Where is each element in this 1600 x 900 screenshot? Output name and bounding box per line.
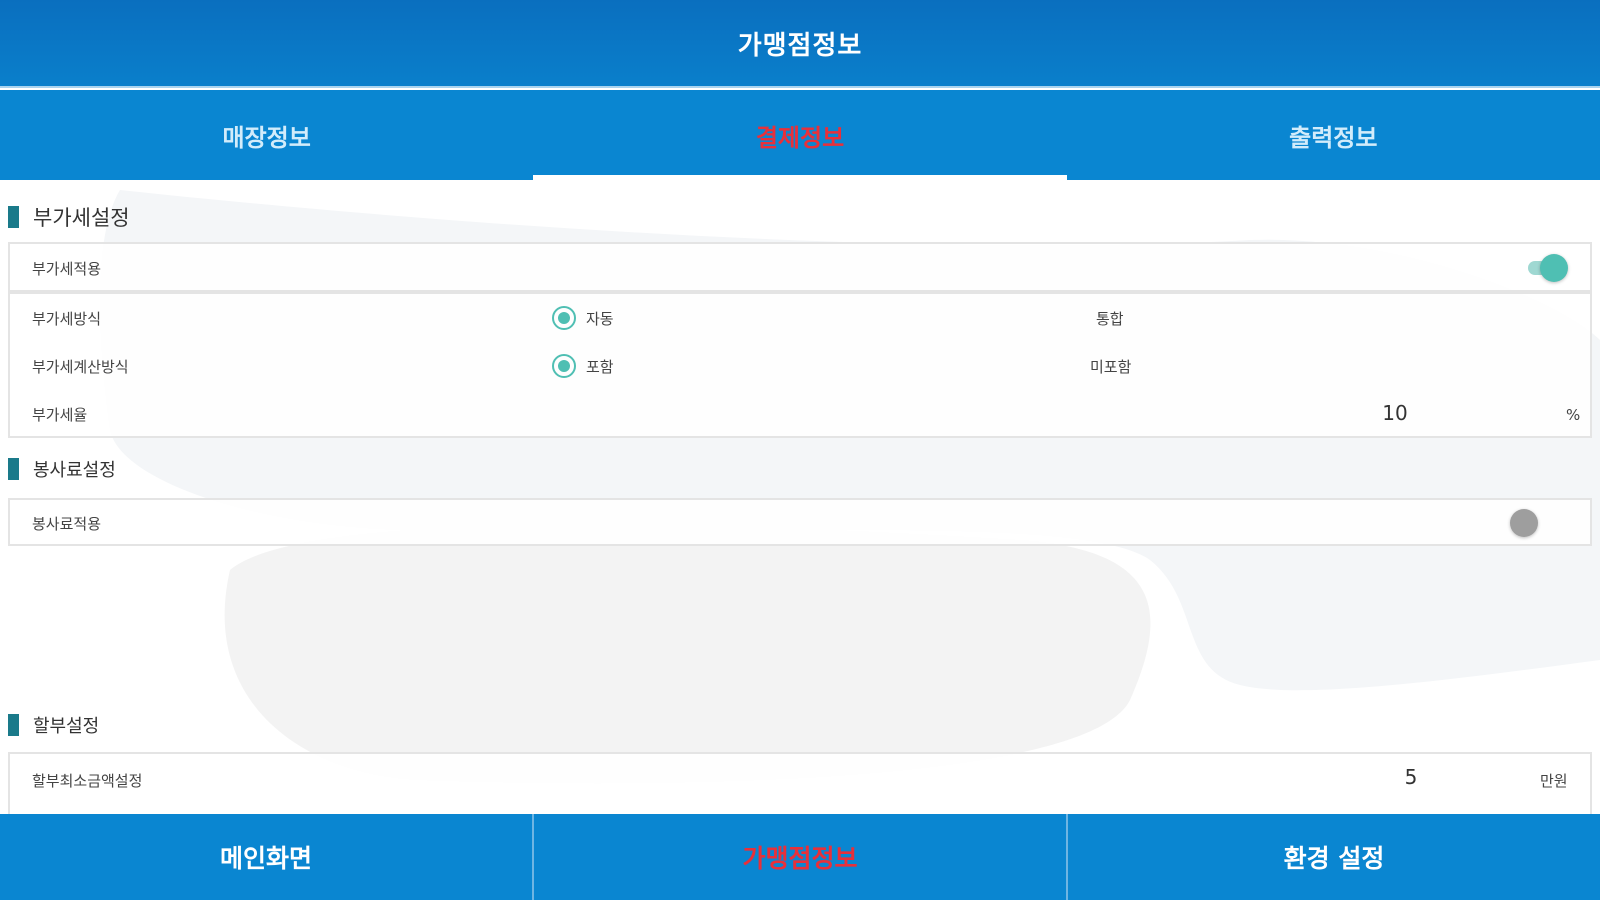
vat-apply-label: 부가세적용 [32, 259, 102, 278]
bottom-navigation: 메인화면 가맹점정보 환경 설정 [0, 814, 1600, 900]
page-title: 가맹점정보 [737, 30, 863, 61]
installment-min-input[interactable] [1366, 762, 1456, 792]
vat-rate-unit: % [1566, 406, 1581, 424]
vat-rate-input[interactable] [1350, 398, 1440, 428]
installment-min-unit: 만원 [1540, 772, 1568, 790]
installment-card: 할부최소금액설정 만원 [8, 752, 1592, 814]
tab-payment-info[interactable]: 결제정보 [533, 90, 1067, 180]
vat-method-combined-option[interactable]: 통합 [1096, 306, 1124, 330]
section-marker [8, 458, 19, 480]
vat-detail-card: 부가세방식 자동 통합 부가세계산방식 포함 미포함 부가세율 10 % [8, 292, 1592, 438]
vat-method-label: 부가세방식 [32, 309, 102, 328]
vat-method-auto-option[interactable]: 자동 [552, 306, 614, 330]
app-header: 가맹점정보 [0, 0, 1600, 88]
radio-checked-icon[interactable] [552, 306, 576, 330]
nav-merchant-info-button[interactable]: 가맹점정보 [534, 814, 1068, 900]
tab-store-info[interactable]: 매장정보 [0, 90, 533, 180]
tab-bar: 매장정보 결제정보 출력정보 [0, 90, 1600, 180]
radio-checked-icon[interactable] [552, 354, 576, 378]
vat-apply-card: 부가세적용 [8, 242, 1592, 292]
section-marker [8, 714, 19, 736]
vat-calc-exclude-option[interactable]: 미포함 [1090, 354, 1131, 378]
installment-min-row: 할부최소금액설정 만원 [10, 758, 1590, 802]
service-apply-card: 봉사료적용 [8, 498, 1592, 546]
settings-content: 부가세설정 부가세적용 부가세방식 자동 통합 부가세계산방식 포함 미포함 부… [0, 180, 1600, 814]
nav-main-screen-button[interactable]: 메인화면 [0, 814, 534, 900]
nav-settings-button[interactable]: 환경 설정 [1068, 814, 1600, 900]
vat-calc-label: 부가세계산방식 [32, 357, 129, 376]
section-marker [8, 206, 19, 228]
vat-method-row: 부가세방식 자동 통합 [10, 296, 1590, 340]
vat-rate-label: 부가세율 [32, 405, 88, 424]
tab-print-info[interactable]: 출력정보 [1067, 90, 1600, 180]
installment-min-label: 할부최소금액설정 [32, 771, 143, 790]
installment-section-title: 할부설정 [8, 712, 99, 738]
vat-calc-row: 부가세계산방식 포함 미포함 [10, 344, 1590, 388]
vat-rate-row: 부가세율 % [10, 392, 1590, 436]
service-section-title: 봉사료설정 [8, 456, 116, 482]
service-apply-toggle[interactable] [1510, 509, 1554, 537]
vat-section-title: 부가세설정 [8, 202, 130, 232]
vat-calc-include-option[interactable]: 포함 [552, 354, 614, 378]
vat-apply-toggle[interactable] [1524, 254, 1568, 282]
service-apply-label: 봉사료적용 [32, 514, 102, 533]
